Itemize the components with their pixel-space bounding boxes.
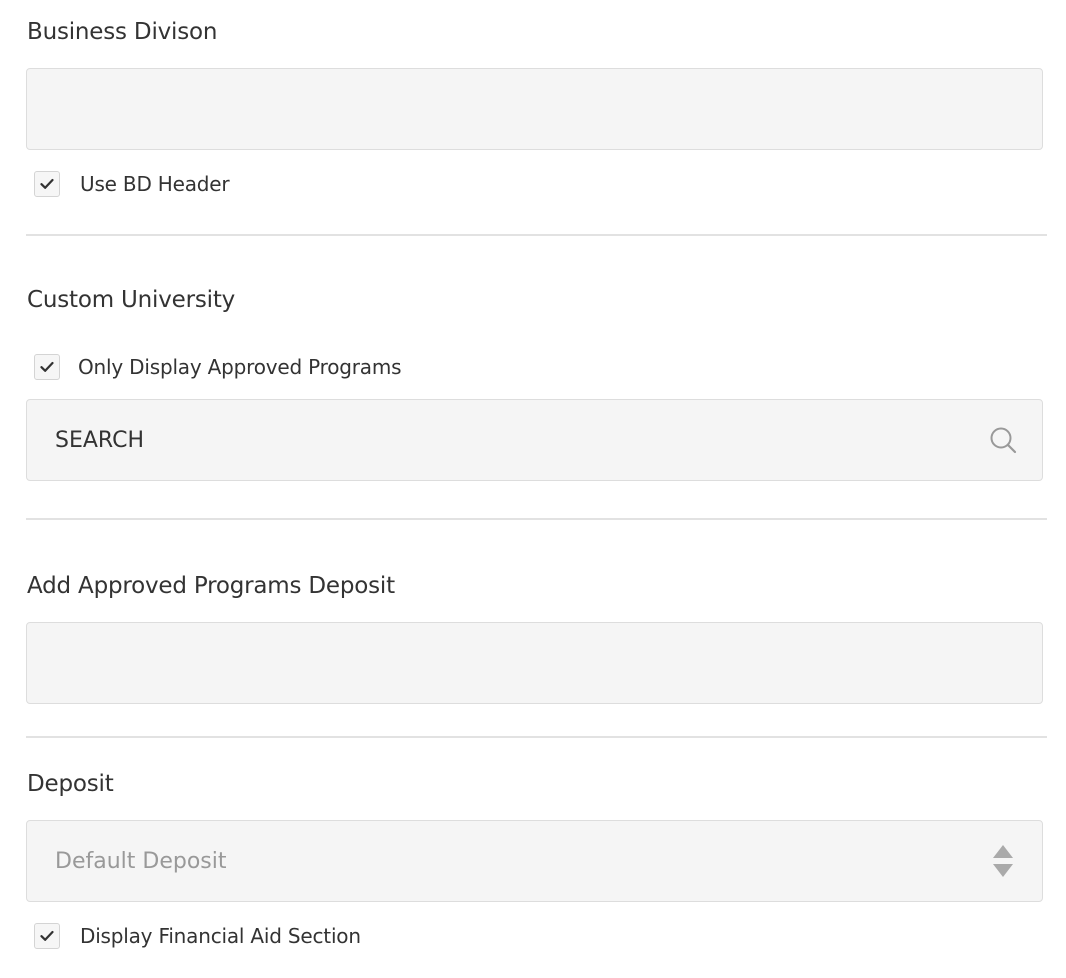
search-icon[interactable] [988, 425, 1018, 455]
approved-programs-deposit-label: Add Approved Programs Deposit [27, 573, 395, 599]
deposit-label: Deposit [27, 771, 114, 797]
only-display-approved-label: Only Display Approved Programs [78, 355, 402, 379]
only-display-approved-checkbox[interactable] [34, 354, 60, 380]
display-financial-aid-checkbox[interactable] [34, 923, 60, 949]
checkmark-icon [40, 178, 54, 189]
checkmark-icon [40, 930, 54, 941]
business-division-label: Business Divison [27, 19, 218, 45]
divider [26, 736, 1047, 738]
approved-programs-deposit-field[interactable] [26, 622, 1043, 704]
search-field[interactable] [26, 399, 1043, 481]
use-bd-header-label: Use BD Header [80, 172, 230, 196]
business-division-input[interactable] [27, 69, 1042, 149]
only-display-approved-option[interactable]: Only Display Approved Programs [34, 354, 402, 380]
approved-programs-deposit-input[interactable] [27, 623, 1042, 703]
settings-form: Business Divison Use BD Header Custom Un… [0, 0, 1066, 978]
divider [26, 518, 1047, 520]
checkmark-icon [40, 361, 54, 372]
use-bd-header-checkbox[interactable] [34, 171, 60, 197]
sort-arrows-icon[interactable] [991, 844, 1015, 878]
custom-university-label: Custom University [27, 287, 236, 313]
divider [26, 234, 1047, 236]
deposit-select-input[interactable] [27, 821, 1042, 901]
display-financial-aid-label: Display Financial Aid Section [80, 924, 361, 948]
deposit-select[interactable] [26, 820, 1043, 902]
display-financial-aid-option[interactable]: Display Financial Aid Section [34, 923, 361, 949]
use-bd-header-option[interactable]: Use BD Header [34, 171, 230, 197]
search-input[interactable] [27, 400, 1042, 480]
business-division-field[interactable] [26, 68, 1043, 150]
